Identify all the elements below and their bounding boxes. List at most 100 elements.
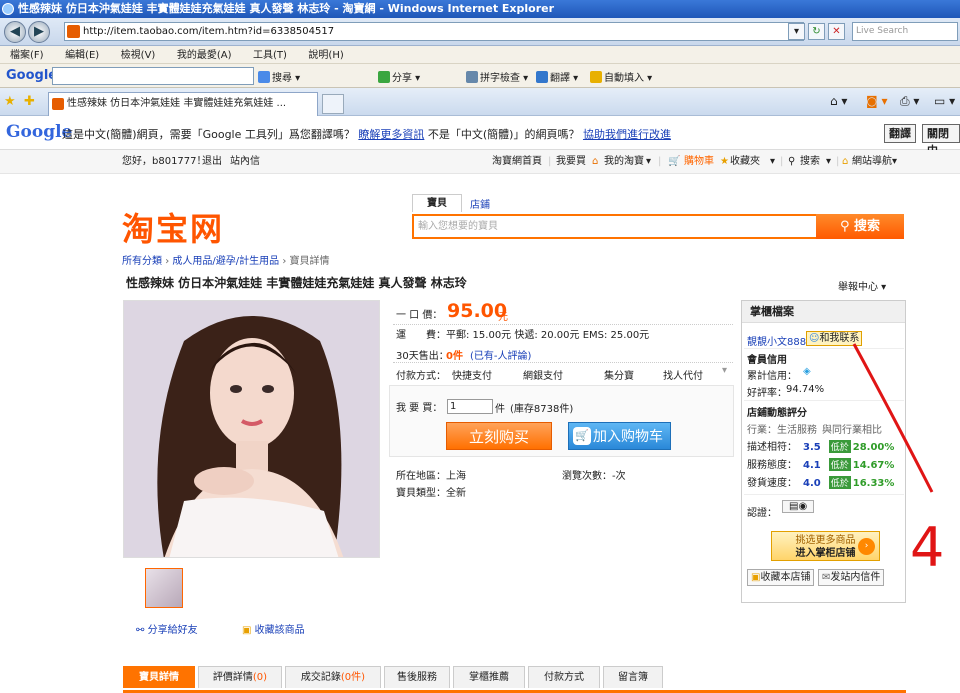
reviews-link[interactable]: (已有-人評論) — [470, 347, 531, 362]
window-title-bar: 性感辣妹 仿日本沖氣娃娃 丰實體娃娃充氣娃娃 真人發聲 林志玲 - 淘寶網 - … — [0, 0, 960, 18]
search-icon: ⚲ — [839, 219, 850, 234]
home-link[interactable]: 淘寶網首頁 — [492, 150, 542, 174]
google-search-input[interactable] — [52, 67, 254, 85]
logout-link[interactable]: 退出 — [202, 150, 222, 174]
seller-name-link[interactable]: 靚靚小文888 — [747, 333, 806, 348]
tab-taobao[interactable]: 性感辣妹 仿日本沖氣娃娃 丰實體娃娃充氣娃娃 ... — [48, 92, 318, 116]
stop-icon[interactable]: ✕ — [828, 23, 845, 40]
translate-button[interactable]: 翻譯 — [884, 124, 916, 143]
dynamic-score-title: 店鋪動態評分 — [747, 408, 807, 419]
add-favorite-icon[interactable]: ✚ — [24, 94, 35, 109]
payment-option-points[interactable]: 集分寶 — [604, 367, 634, 382]
sold-label: 30天售出： — [396, 351, 449, 362]
tab-guestbook[interactable]: 留言簿 — [603, 666, 663, 688]
google-toolbar: Google 搜尋 ▾ 分享 ▾ 拼字檢查 ▾ 翻譯 ▾ 自動填入 ▾ — [0, 64, 960, 88]
menu-tools[interactable]: 工具(T) — [253, 50, 287, 61]
tab-transactions[interactable]: 成交記錄(0件) — [285, 666, 381, 688]
url-dropdown-icon[interactable]: ▾ — [788, 23, 805, 40]
favorites-link[interactable]: 收藏夾 — [730, 150, 760, 174]
annotation-arrow — [852, 343, 934, 493]
forward-arrow-icon[interactable]: ▶ — [28, 21, 50, 43]
credit-label: 累計信用： — [747, 371, 797, 382]
cart-icon: 🛒 — [668, 156, 681, 167]
report-center-link[interactable]: 舉報中心 ▾ — [838, 278, 886, 293]
enter-store-button[interactable]: 挑选更多商品 进入掌柜店铺 › — [771, 531, 880, 561]
chevron-down-icon[interactable]: ▾ — [722, 365, 727, 376]
refresh-icon[interactable]: ↻ — [808, 23, 825, 40]
live-search-input[interactable]: Live Search — [852, 22, 958, 41]
certification-icon[interactable]: ▤◉ — [782, 500, 815, 513]
search-tab-items[interactable]: 寶貝 — [412, 194, 462, 212]
menu-help[interactable]: 說明(H) — [308, 50, 343, 61]
menu-favorites[interactable]: 我的最愛(A) — [177, 50, 232, 61]
buy-now-button[interactable]: 立刻购买 — [446, 422, 552, 450]
menu-view[interactable]: 檢視(V) — [121, 50, 156, 61]
window-title: 性感辣妹 仿日本沖氣娃娃 丰實體娃娃充氣娃娃 真人發聲 林志玲 - 淘寶網 - … — [18, 2, 555, 15]
product-thumbnail[interactable] — [145, 568, 183, 608]
autofill-icon — [590, 71, 602, 83]
learn-more-link[interactable]: 瞭解更多資訊 — [358, 128, 424, 141]
site-nav-icon: ⌂ — [842, 156, 849, 167]
add-to-cart-button[interactable]: 🛒 加入购物车 — [568, 422, 671, 450]
favicon-icon — [67, 25, 80, 38]
url-field[interactable]: http://item.taobao.com/item.htm?id=63385… — [64, 22, 804, 41]
views-label: 瀏覽次數： — [562, 471, 612, 482]
new-tab-button[interactable] — [322, 94, 344, 114]
search-link[interactable]: 搜索 — [800, 150, 820, 174]
inbox-link[interactable]: 站內信 — [230, 150, 260, 174]
price-unit: 元 — [498, 312, 508, 323]
tab-item-details[interactable]: 寶貝詳情 — [123, 666, 195, 688]
annotation-number: 4 — [910, 516, 945, 579]
menu-bar: 檔案(F) 編輯(E) 檢視(V) 我的最愛(A) 工具(T) 說明(H) — [0, 46, 960, 64]
menu-edit[interactable]: 編輯(E) — [65, 50, 99, 61]
product-photo — [124, 301, 379, 557]
ie-icon — [2, 3, 14, 15]
search-tab-shops[interactable]: 店鋪 — [470, 196, 490, 211]
page-icon[interactable]: ▭ ▾ — [934, 94, 955, 108]
payment-option-bank[interactable]: 網銀支付 — [523, 367, 563, 382]
feeds-icon[interactable]: ◙ ▾ — [866, 94, 887, 108]
toolbar-share-button[interactable]: 分享 ▾ — [378, 69, 420, 84]
favorite-item-link[interactable]: ▣ 收藏該商品 — [242, 621, 305, 636]
toolbar-translate-button[interactable]: 翻譯 ▾ — [536, 69, 578, 84]
site-nav-link[interactable]: 網站導航 — [852, 150, 892, 174]
tab-after-sales[interactable]: 售後服務 — [384, 666, 450, 688]
my-taobao-link[interactable]: 我的淘寶 — [604, 150, 644, 174]
tab-payment[interactable]: 付款方式 — [528, 666, 600, 688]
toolbar-autofill-button[interactable]: 自動填入 ▾ — [590, 69, 652, 84]
report-link[interactable]: 協助我們進行改進 — [583, 128, 671, 141]
positive-rate-value: 94.74% — [786, 384, 825, 395]
taobao-logo[interactable]: 淘宝网 — [122, 204, 224, 250]
buy-link[interactable]: 我要買 — [556, 150, 586, 174]
close-translate-button[interactable]: 關閉中 — [922, 124, 960, 157]
breadcrumb-category[interactable]: 成人用品/避孕/計生用品 — [172, 256, 279, 267]
payment-option-quick[interactable]: 快捷支付 — [452, 367, 492, 382]
payment-label: 付款方式： — [396, 371, 446, 382]
cart-link[interactable]: 購物車 — [684, 150, 714, 174]
product-image[interactable] — [123, 300, 380, 558]
favorite-store-button[interactable]: ▣收藏本店铺 — [747, 569, 815, 586]
quantity-input[interactable]: 1 — [447, 399, 493, 414]
favorites-star-icon[interactable]: ★ — [4, 94, 16, 109]
translate-icon — [536, 71, 548, 83]
toolbar-spellcheck-button[interactable]: 拼字檢查 ▾ — [466, 69, 528, 84]
positive-rate-label: 好評率： — [747, 388, 787, 399]
tab-reviews[interactable]: 評價詳情(0) — [198, 666, 282, 688]
address-toolbar: ◀ ▶ http://item.taobao.com/item.htm?id=6… — [0, 18, 960, 46]
share-link[interactable]: ⚯ 分享給好友 — [136, 621, 198, 636]
payment-option-proxy[interactable]: 找人代付 — [663, 367, 703, 382]
search-button[interactable]: ⚲ 搜索 — [816, 214, 904, 239]
shipping-value: 平郵: 15.00元 快遞: 20.00元 EMS: 25.00元 — [446, 330, 650, 341]
back-arrow-icon[interactable]: ◀ — [4, 21, 26, 43]
menu-file[interactable]: 檔案(F) — [10, 50, 44, 61]
seller-panel-header: 掌櫃檔案 — [742, 301, 905, 323]
chevron-down-icon: ▾ — [646, 156, 652, 167]
print-icon[interactable]: ⎙ ▾ — [900, 94, 919, 109]
tab-recommendations[interactable]: 掌櫃推薦 — [453, 666, 525, 688]
send-message-button[interactable]: ✉发站内信件 — [818, 569, 885, 586]
breadcrumb-all[interactable]: 所有分類 — [122, 256, 162, 267]
toolbar-search-button[interactable]: 搜尋 ▾ — [258, 69, 300, 84]
cart-icon: 🛒 — [573, 427, 591, 445]
home-icon[interactable]: ⌂ ▾ — [830, 94, 847, 108]
search-input[interactable]: 輸入您想要的寶貝 — [412, 214, 816, 239]
